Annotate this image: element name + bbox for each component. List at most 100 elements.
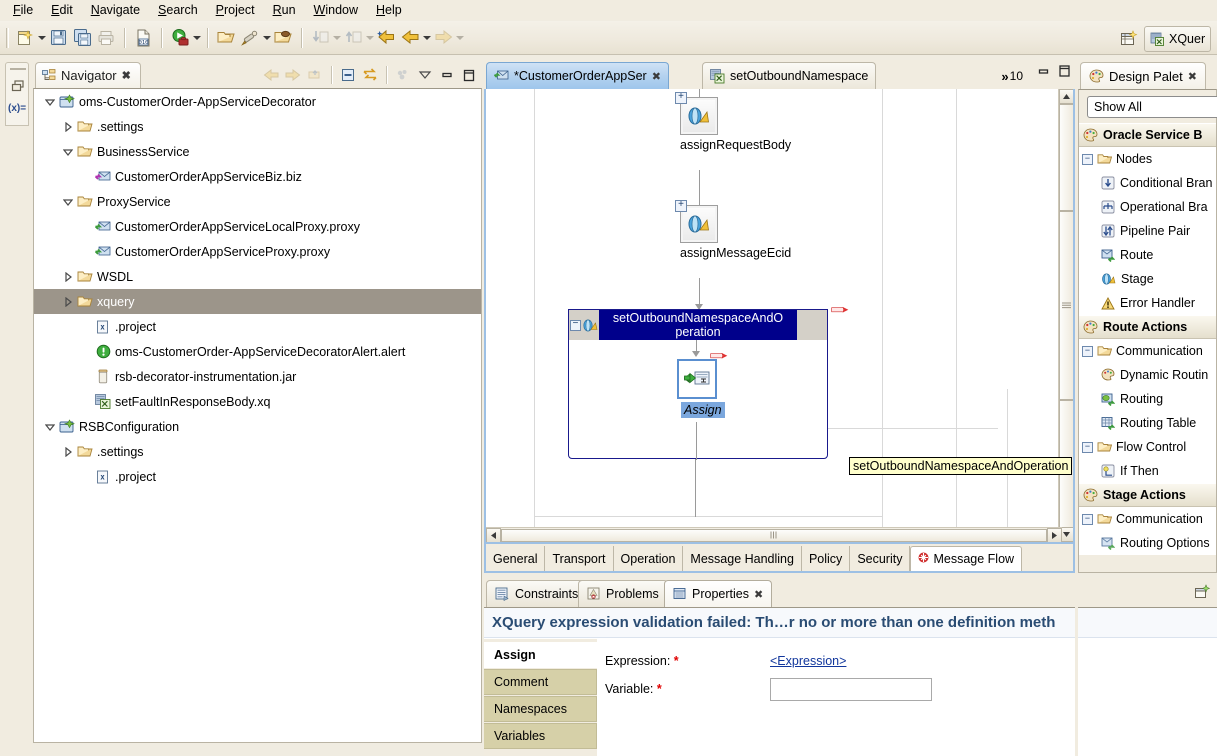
palette-item-dynamic-routin[interactable]: Dynamic Routin [1079,363,1216,387]
menu-item-file[interactable]: File [4,1,42,19]
save-button[interactable] [46,26,70,50]
tree-item--project[interactable]: x .project [34,314,481,339]
assign-action-node[interactable] [677,359,717,399]
new-xquery-button[interactable]: 010 [131,26,155,50]
properties-view-toolbar[interactable] [1194,584,1211,604]
forward-icon[interactable] [282,64,304,86]
close-icon[interactable]: ✖ [754,588,763,601]
palette-item-pipeline-pair[interactable]: Pipeline Pair [1079,219,1216,243]
palette-group-route-actions[interactable]: Route Actions [1079,315,1216,339]
palette-item-routing-options[interactable]: Routing Options [1079,531,1216,555]
palette-item-if-then[interactable]: If Then [1079,459,1216,483]
open-task-button[interactable] [271,26,295,50]
variable-input[interactable] [770,677,932,701]
tree-item-proxyservice[interactable]: ProxyService [34,189,481,214]
last-edit-location-button[interactable] [374,26,398,50]
canvas-horizontal-scrollbar[interactable] [486,527,1062,542]
scroll-up-arrow[interactable] [1059,89,1073,104]
collapse-icon[interactable]: − [1082,153,1093,165]
tree-item-oms-customerorder-appservicedecoratoralert-alert[interactable]: oms-CustomerOrder-AppServiceDecoratorAle… [34,339,481,364]
collapse-icon[interactable]: − [570,319,581,331]
maximize-icon[interactable] [458,64,480,86]
search-dropdown[interactable] [262,27,271,49]
tree-item-wsdl[interactable]: WSDL [34,264,481,289]
back-dropdown[interactable] [422,27,431,49]
menu-item-help[interactable]: Help [367,1,411,19]
scroll-thumb-h[interactable] [501,528,1047,542]
tab-constraints[interactable]: Constraints [486,580,588,607]
minimize-icon[interactable] [436,64,458,86]
scroll-thumb[interactable] [1059,211,1073,400]
link-with-editor-icon[interactable] [359,64,381,86]
chevron-down-icon[interactable] [42,414,57,439]
collapse-icon[interactable]: − [1082,345,1093,357]
scroll-left-arrow[interactable] [486,527,501,542]
editor-tab-overflow[interactable]: » 10 [1001,64,1023,88]
minimize-icon[interactable] [1037,66,1050,80]
palette-group-oracle-service-b[interactable]: Oracle Service B [1079,123,1216,147]
palette-folder-flow-control[interactable]: − Flow Control [1079,435,1216,459]
tree-item-xquery[interactable]: xquery [34,289,481,314]
chevron-right-icon[interactable] [60,114,75,139]
run-dropdown[interactable] [192,27,201,49]
collapse-icon[interactable]: − [1082,441,1093,453]
new-wizard-button[interactable] [13,26,37,50]
editor-bottom-tab-operation[interactable]: Operation [613,546,684,571]
menu-item-project[interactable]: Project [207,1,264,19]
tab-problems[interactable]: Problems [578,580,668,607]
tab-navigator[interactable]: Navigator ✖ [35,62,141,88]
palette-item-route[interactable]: Route [1079,243,1216,267]
message-flow-canvas[interactable]: + assignRequestBody + assignMessageEcid … [484,89,1075,544]
next-annotation-dropdown[interactable] [332,27,341,49]
chevron-down-icon[interactable] [60,139,75,164]
tree-item-customerorderappserviceproxy-proxy[interactable]: CustomerOrderAppServiceProxy.proxy [34,239,481,264]
collapse-all-icon[interactable] [337,64,359,86]
editor-bottom-tab-message-flow[interactable]: Message Flow [910,546,1023,571]
menu-item-edit[interactable]: Edit [42,1,82,19]
palette-filter-combo[interactable]: Show All [1087,96,1217,118]
save-all-button[interactable] [70,26,94,50]
property-tab-namespaces[interactable]: Namespaces [484,696,597,722]
chevron-down-icon[interactable] [42,89,57,114]
tab-design-palette[interactable]: Design Palet ✖ [1080,62,1206,89]
tab-properties[interactable]: Properties ✖ [664,580,773,607]
palette-item-routing[interactable]: Routing [1079,387,1216,411]
chevron-right-icon[interactable] [60,439,75,464]
palette-item-operational-bra[interactable]: Operational Bra [1079,195,1216,219]
variables-icon[interactable]: (x)= [8,103,26,114]
open-perspective-button[interactable] [1120,30,1138,48]
previous-annotation-button[interactable] [341,26,365,50]
editor-bottom-tab-message-handling[interactable]: Message Handling [683,546,802,571]
tree-item--project[interactable]: x .project [34,464,481,489]
expand-icon[interactable]: + [675,92,687,104]
collapse-icon[interactable]: − [1082,513,1093,525]
flow-node-assign-request-body[interactable]: + assignRequestBody [675,92,791,152]
palette-folder-communication[interactable]: − Communication [1079,339,1216,363]
tree-item-rsbconfiguration[interactable]: RSBConfiguration [34,414,481,439]
view-menu-dots-icon[interactable] [392,64,414,86]
view-menu-icon[interactable] [414,64,436,86]
property-tab-variables[interactable]: Variables [484,723,597,749]
navigator-tree[interactable]: oms-CustomerOrder-AppServiceDecorator .se… [33,88,482,743]
palette-item-conditional-bran[interactable]: Conditional Bran [1079,171,1216,195]
palette-folder-communication[interactable]: − Communication [1079,507,1216,531]
close-icon[interactable]: ✖ [652,70,661,83]
tree-item--settings[interactable]: .settings [34,439,481,464]
close-icon[interactable]: ✖ [1188,70,1197,83]
forward-button[interactable] [431,26,455,50]
editor-tab-active[interactable]: *CustomerOrderAppSer ✖ [486,62,669,89]
search-button[interactable] [238,26,262,50]
close-icon[interactable]: ✖ [122,69,131,82]
back-button[interactable] [398,26,422,50]
palette-item-error-handler[interactable]: Error Handler [1079,291,1216,315]
palette-folder-nodes[interactable]: − Nodes [1079,147,1216,171]
editor-bottom-tab-transport[interactable]: Transport [545,546,614,571]
palette-group-stage-actions[interactable]: Stage Actions [1079,483,1216,507]
expand-icon[interactable]: + [675,200,687,212]
toolbar-grip[interactable] [6,27,9,48]
scroll-right-arrow[interactable] [1047,527,1062,542]
expression-link[interactable]: <Expression> [770,654,846,668]
back-icon[interactable] [260,64,282,86]
chevron-down-icon[interactable] [60,189,75,214]
scroll-thumb-top[interactable] [1059,104,1073,211]
